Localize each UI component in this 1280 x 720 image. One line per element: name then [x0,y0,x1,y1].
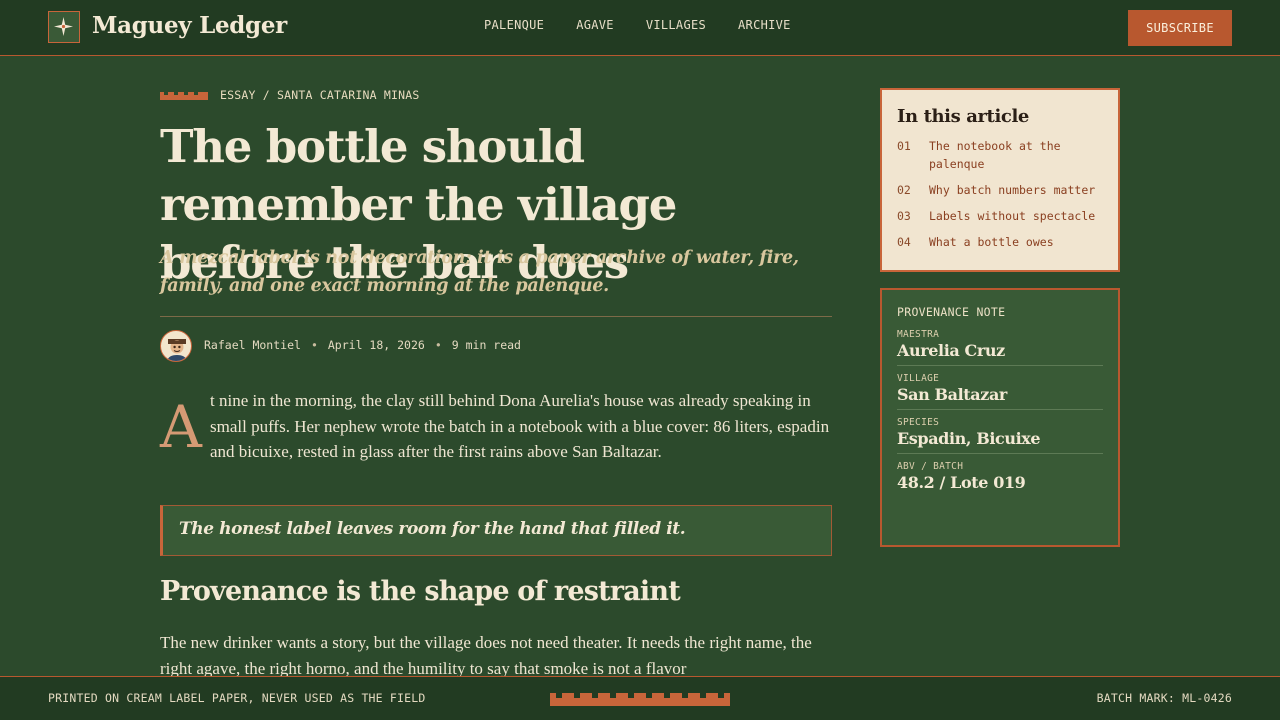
byline-meta: Rafael Montiel • April 18, 2026 • 9 min … [204,338,521,352]
article-dek: A mezcal label is not decoration; it is … [160,248,799,296]
subscribe-button[interactable]: SUBSCRIBE [1128,10,1232,46]
provenance-note: PROVENANCE NOTE MAESTRA Aurelia Cruz VIL… [880,288,1120,547]
toc-item-label[interactable]: The notebook at the palenque [929,137,1103,173]
toc-item-label[interactable]: What a bottle owes [929,233,1054,251]
nav-item-agave[interactable]: AGAVE [576,18,614,32]
provenance-row: MAESTRA Aurelia Cruz [897,329,1103,366]
footer-bar: PRINTED ON CREAM LABEL PAPER, NEVER USED… [0,676,1280,720]
author-avatar[interactable] [160,330,192,362]
author-name[interactable]: Rafael Montiel [204,338,301,352]
provenance-value: Aurelia Cruz [897,341,1005,360]
batch-mark: BATCH MARK: ML-0426 [1096,691,1232,705]
body-paragraph-2: The new drinker wants a story, but the v… [160,633,812,676]
toc-item[interactable]: 03 Labels without spectacle [897,207,1103,225]
nav-item-archive[interactable]: ARCHIVE [738,18,791,32]
pull-quote: The honest label leaves room for the han… [160,505,832,556]
divider [160,316,832,317]
provenance-title: PROVENANCE NOTE [897,305,1006,319]
section-heading: Provenance is the shape of restraint [160,576,681,607]
provenance-value: 48.2 / Lote 019 [897,473,1026,492]
toc-item-number: 02 [897,183,911,197]
publish-date: April 18, 2026 [327,338,425,352]
toc-item-number: 04 [897,235,911,249]
toc-item[interactable]: 01 The notebook at the palenque [897,137,1103,173]
nav-item-palenque[interactable]: PALENQUE [484,18,544,32]
separator-dot: • [434,338,442,352]
footer-note: PRINTED ON CREAM LABEL PAPER, NEVER USED… [48,691,426,705]
nav-item-villages[interactable]: VILLAGES [646,18,706,32]
provenance-row: ABV / BATCH 48.2 / Lote 019 [897,461,1103,497]
provenance-key: ABV / BATCH [897,461,964,472]
toc-item-number: 03 [897,209,911,223]
provenance-key: SPECIES [897,417,940,428]
four-point-star-icon[interactable] [48,11,80,43]
provenance-value: San Baltazar [897,385,1007,404]
toc-item-number: 01 [897,139,911,153]
provenance-row: VILLAGE San Baltazar [897,373,1103,410]
step-pattern-icon [160,92,208,100]
main-nav: PALENQUE AGAVE VILLAGES ARCHIVE [484,18,791,32]
article-kicker[interactable]: ESSAY / SANTA CATARINA MINAS [220,88,419,102]
toc-title: In this article [897,106,1029,127]
byline: Rafael Montiel • April 18, 2026 • 9 min … [160,330,832,362]
top-bar: Maguey Ledger PALENQUE AGAVE VILLAGES AR… [0,0,1280,56]
site-logo-text[interactable]: Maguey Ledger [92,12,287,39]
toc-item-label[interactable]: Why batch numbers matter [929,181,1095,199]
toc-item[interactable]: 04 What a bottle owes [897,233,1103,251]
body-paragraph-1: t nine in the morning, the clay still be… [210,391,830,461]
provenance-key: MAESTRA [897,329,940,340]
step-pattern-icon [550,693,730,706]
separator-dot: • [310,338,318,352]
provenance-value: Espadin, Bicuixe [897,429,1041,448]
provenance-row: SPECIES Espadin, Bicuixe [897,417,1103,454]
toc-item[interactable]: 02 Why batch numbers matter [897,181,1103,199]
provenance-key: VILLAGE [897,373,940,384]
drop-cap: A [160,393,202,461]
table-of-contents: In this article 01 The notebook at the p… [880,88,1120,272]
toc-item-label[interactable]: Labels without spectacle [929,207,1095,225]
read-time: 9 min read [451,338,521,352]
